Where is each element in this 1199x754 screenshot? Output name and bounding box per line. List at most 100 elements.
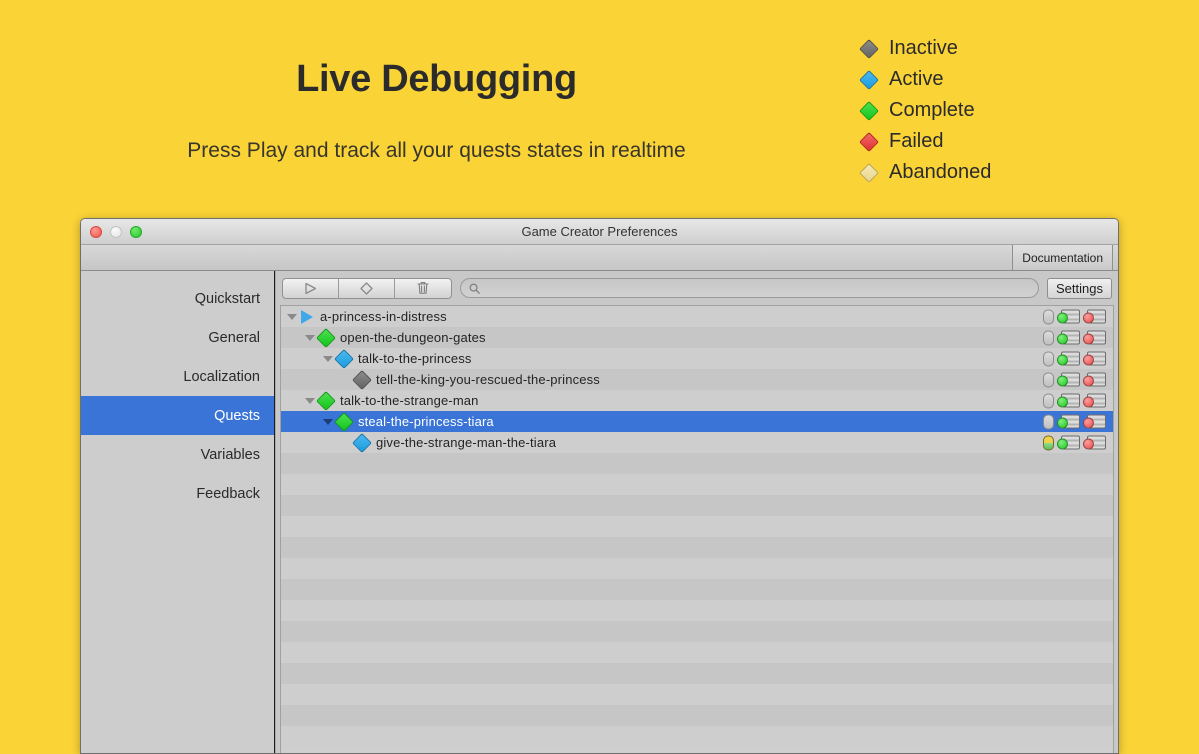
- sidebar-item-label: Feedback: [196, 485, 260, 502]
- quest-action-segmented-control: [282, 277, 452, 299]
- close-window-icon[interactable]: [90, 225, 102, 238]
- sidebar-item-feedback[interactable]: Feedback: [81, 474, 274, 513]
- quest-state-toggle-icon[interactable]: [1043, 372, 1054, 387]
- active-diamond-icon: [352, 432, 372, 453]
- disclosure-triangle-icon[interactable]: [287, 313, 297, 320]
- stop-quest-icon[interactable]: [1083, 330, 1106, 345]
- table-row[interactable]: talk-to-the-princess: [281, 348, 1113, 369]
- search-icon: [469, 283, 480, 294]
- page-subtitle: Press Play and track all your quests sta…: [187, 139, 686, 162]
- legend-item-label: Active: [889, 68, 944, 90]
- row-actions: [1043, 372, 1106, 387]
- table-row[interactable]: talk-to-the-strange-man: [281, 390, 1113, 411]
- table-row-empty[interactable]: [281, 600, 1113, 621]
- window-titlebar: Game Creator Preferences: [81, 219, 1118, 245]
- sidebar-item-label: General: [208, 329, 260, 346]
- table-row-empty[interactable]: [281, 726, 1113, 747]
- table-row-empty[interactable]: [281, 516, 1113, 537]
- legend-item-active: Active: [859, 64, 991, 95]
- delete-quest-button[interactable]: [395, 279, 451, 298]
- stop-quest-icon[interactable]: [1083, 414, 1106, 429]
- disclosure-triangle-icon[interactable]: [305, 397, 315, 404]
- sidebar-item-localization[interactable]: Localization: [81, 357, 274, 396]
- table-row[interactable]: tell-the-king-you-rescued-the-princess: [281, 369, 1113, 390]
- sidebar-item-general[interactable]: General: [81, 318, 274, 357]
- table-row-empty[interactable]: [281, 453, 1113, 474]
- play-button[interactable]: [283, 278, 339, 298]
- stop-quest-icon[interactable]: [1083, 372, 1106, 387]
- sidebar-item-variables[interactable]: Variables: [81, 435, 274, 474]
- quest-state-toggle-icon[interactable]: [1043, 351, 1054, 366]
- legend-item-failed: Failed: [859, 126, 991, 157]
- table-row-empty[interactable]: [281, 684, 1113, 705]
- table-row-empty[interactable]: [281, 642, 1113, 663]
- start-quest-icon[interactable]: [1057, 435, 1080, 450]
- stop-quest-icon[interactable]: [1083, 435, 1106, 450]
- table-row-empty[interactable]: [281, 705, 1113, 726]
- settings-button[interactable]: Settings: [1047, 277, 1112, 299]
- quest-state-toggle-icon[interactable]: [1043, 330, 1054, 345]
- complete-diamond-icon: [859, 100, 879, 121]
- inactive-diamond-icon: [352, 369, 372, 390]
- start-quest-icon[interactable]: [1057, 309, 1080, 324]
- disclosure-triangle-icon[interactable]: [305, 334, 315, 341]
- table-row[interactable]: a-princess-in-distress: [281, 306, 1113, 327]
- legend-item-label: Complete: [889, 99, 975, 121]
- diamond-icon: [360, 281, 373, 295]
- table-row-empty[interactable]: [281, 495, 1113, 516]
- stop-quest-icon[interactable]: [1083, 309, 1106, 324]
- minimize-window-icon[interactable]: [110, 225, 122, 238]
- table-row[interactable]: open-the-dungeon-gates: [281, 327, 1113, 348]
- stop-quest-icon[interactable]: [1083, 351, 1106, 366]
- quest-state-toggle-icon[interactable]: [1043, 414, 1054, 429]
- page-title: Live Debugging: [296, 58, 577, 100]
- row-actions: [1043, 435, 1106, 450]
- table-row-empty[interactable]: [281, 621, 1113, 642]
- start-quest-icon[interactable]: [1057, 414, 1080, 429]
- preferences-sidebar: Quickstart General Localization Quests Varia…: [81, 271, 275, 753]
- quest-node-label: talk-to-the-princess: [358, 351, 472, 366]
- sidebar-item-quests[interactable]: Quests: [81, 396, 274, 435]
- table-row-empty[interactable]: [281, 558, 1113, 579]
- disclosure-triangle-icon[interactable]: [323, 418, 333, 425]
- quest-state-toggle-icon[interactable]: [1043, 309, 1054, 324]
- quest-state-toggle-icon[interactable]: [1043, 435, 1054, 450]
- preferences-window: Game Creator Preferences Documentation Q…: [80, 218, 1119, 754]
- start-quest-icon[interactable]: [1057, 351, 1080, 366]
- start-quest-icon[interactable]: [1057, 372, 1080, 387]
- abandoned-diamond-icon: [859, 162, 879, 183]
- complete-diamond-icon: [316, 390, 336, 411]
- legend-item-inactive: Inactive: [859, 33, 991, 64]
- inactive-diamond-icon: [859, 38, 879, 59]
- play-icon: [301, 309, 313, 324]
- quest-node-label: a-princess-in-distress: [320, 309, 447, 324]
- search-field[interactable]: [460, 278, 1040, 298]
- row-actions: [1043, 414, 1106, 429]
- legend-item-label: Failed: [889, 130, 944, 152]
- row-actions: [1043, 393, 1106, 408]
- quest-node-label: tell-the-king-you-rescued-the-princess: [376, 372, 600, 387]
- add-quest-button[interactable]: [339, 278, 395, 298]
- table-row-empty[interactable]: [281, 537, 1113, 558]
- start-quest-icon[interactable]: [1057, 393, 1080, 408]
- traffic-lights: [90, 225, 142, 238]
- sidebar-item-quickstart[interactable]: Quickstart: [81, 279, 274, 318]
- table-row-empty[interactable]: [281, 663, 1113, 684]
- trash-icon: [417, 282, 429, 294]
- stop-quest-icon[interactable]: [1083, 393, 1106, 408]
- start-quest-icon[interactable]: [1057, 330, 1080, 345]
- disclosure-triangle-icon[interactable]: [323, 355, 333, 362]
- documentation-button[interactable]: Documentation: [1012, 245, 1113, 270]
- table-row[interactable]: steal-the-princess-tiara: [281, 411, 1113, 432]
- table-row-empty[interactable]: [281, 474, 1113, 495]
- quests-toolbar: Settings: [276, 271, 1118, 305]
- search-input[interactable]: [485, 281, 1031, 295]
- table-row[interactable]: give-the-strange-man-the-tiara: [281, 432, 1113, 453]
- table-row-empty[interactable]: [281, 579, 1113, 600]
- row-actions: [1043, 330, 1106, 345]
- legend-item-abandoned: Abandoned: [859, 157, 991, 188]
- quest-tree[interactable]: a-princess-in-distress open-the-dungeon-g…: [280, 305, 1114, 753]
- zoom-window-icon[interactable]: [130, 225, 142, 238]
- quest-state-toggle-icon[interactable]: [1043, 393, 1054, 408]
- quest-node-label: give-the-strange-man-the-tiara: [376, 435, 557, 450]
